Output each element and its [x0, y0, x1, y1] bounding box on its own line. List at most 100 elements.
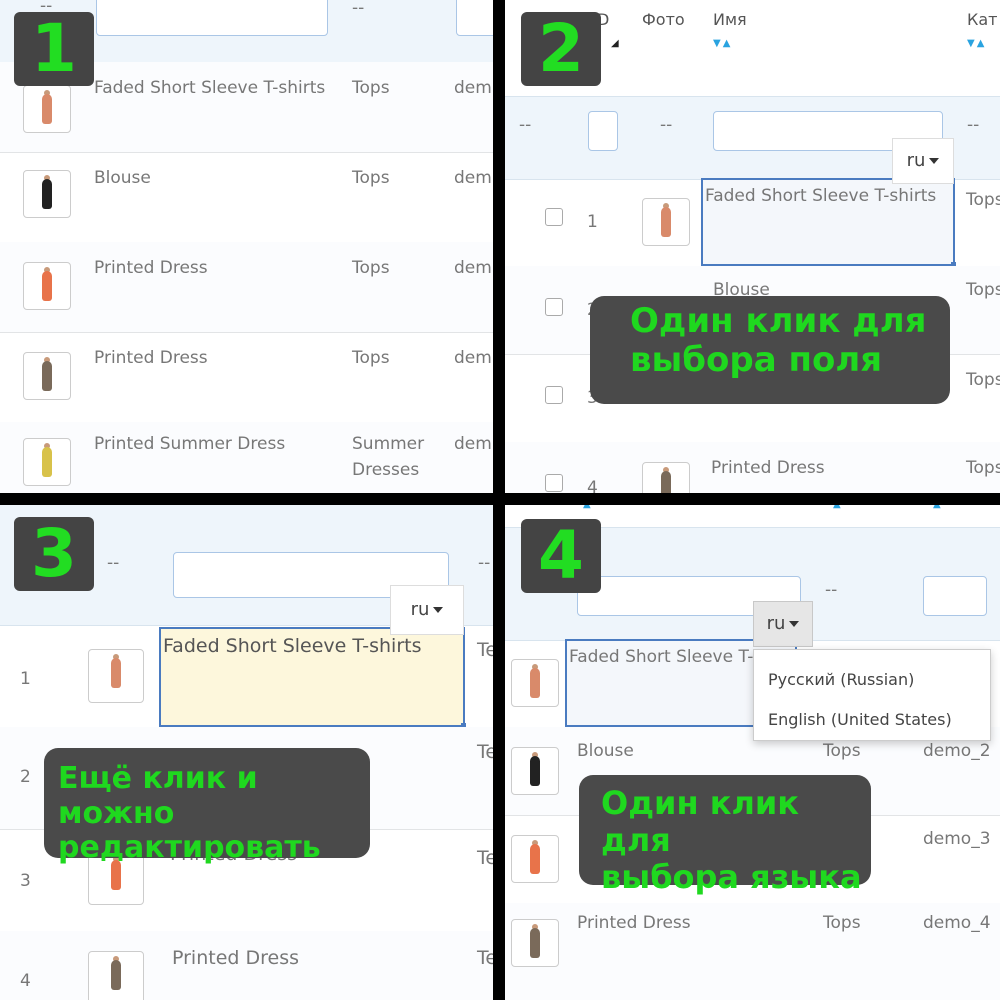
callout-one-click-select-language: Один клик для выбора языка: [579, 775, 871, 895]
product-reference: demo_3: [923, 829, 991, 849]
callout-line: выбора поля: [630, 340, 883, 381]
panel-1: -- -- Faded Short Sleeve T-shirts Tops d…: [0, 0, 493, 493]
product-category: Te: [477, 741, 493, 763]
product-category: Tops: [966, 190, 1000, 210]
product-thumbnail[interactable]: [23, 85, 71, 133]
callout-one-click-select-field: Один клик для выбора поля: [590, 296, 950, 404]
product-name[interactable]: Printed Dress: [711, 458, 825, 478]
product-name[interactable]: Faded Short Sleeve T-shirts: [705, 186, 936, 206]
product-thumbnail[interactable]: [642, 198, 690, 246]
filter-dash: --: [660, 115, 673, 135]
product-thumbnail[interactable]: [88, 649, 144, 703]
product-name[interactable]: Printed Summer Dress: [94, 434, 285, 454]
sort-arrows-icon[interactable]: ▼▲: [713, 38, 732, 49]
product-thumbnail[interactable]: [23, 438, 71, 486]
language-dropdown-menu: Русский (Russian) English (United States…: [753, 649, 991, 741]
product-reference: demo_4: [923, 913, 991, 933]
language-selector-open[interactable]: ru: [753, 601, 813, 647]
table-row[interactable]: Printed Summer Dress Summer Dresses dem: [0, 422, 493, 493]
product-name[interactable]: Printed Dress: [172, 947, 299, 969]
step-number: 1: [14, 12, 94, 86]
sort-arrows-icon[interactable]: ▲: [833, 505, 843, 510]
filter-dash: --: [478, 553, 491, 573]
table-row[interactable]: Printed Dress Tops dem: [0, 332, 493, 423]
row-id: 2: [20, 767, 31, 787]
product-thumbnail[interactable]: [511, 747, 559, 795]
product-name[interactable]: Blouse: [94, 168, 151, 188]
caret-down-icon: [789, 621, 800, 627]
product-reference: dem: [454, 258, 492, 278]
filter-dash: --: [519, 115, 532, 135]
product-name[interactable]: Printed Dress: [94, 258, 208, 278]
step-number: 3: [14, 517, 94, 591]
language-option-russian[interactable]: Русский (Russian): [768, 670, 914, 689]
step-number: 4: [521, 519, 601, 593]
product-name[interactable]: Blouse: [577, 741, 634, 761]
product-category: Tops: [352, 78, 390, 98]
table-row[interactable]: Printed Dress Tops demo_4: [505, 903, 1000, 1000]
callout-line: Один клик для: [601, 784, 800, 859]
panel-3: -- -- 1 Faded Short Sleeve T-shirts Te r…: [0, 505, 493, 1000]
row-id: 1: [20, 669, 31, 689]
callout-line: выбора языка: [601, 857, 862, 896]
language-option-english[interactable]: English (United States): [768, 710, 952, 729]
product-name[interactable]: Faded Short Sleeve T-s: [569, 647, 762, 667]
sort-arrows-icon[interactable]: ▼▲: [967, 38, 986, 49]
product-category: Tops: [966, 370, 1000, 390]
product-thumbnail[interactable]: [23, 170, 71, 218]
row-checkbox[interactable]: [545, 474, 563, 492]
id-filter-input[interactable]: [588, 111, 618, 151]
product-category: Tops: [966, 280, 1000, 300]
callout-line: Ещё клик и можно: [58, 761, 258, 831]
product-thumbnail[interactable]: [88, 951, 144, 1000]
sort-arrow-icon[interactable]: ◢: [611, 38, 621, 49]
table-row[interactable]: 1 Faded Short Sleeve T-shirts Te: [0, 625, 493, 728]
product-thumbnail[interactable]: [511, 919, 559, 967]
table-row[interactable]: Blouse Tops dem: [0, 152, 493, 243]
product-category: Tops: [823, 741, 861, 761]
table-row[interactable]: Printed Dress Tops dem: [0, 242, 493, 333]
product-name-edit-field[interactable]: Faded Short Sleeve T-shirts: [163, 635, 422, 657]
panel-4: ▲ ▲ ▲ ▲ -- ru Faded Short Sleeve T-s Рус…: [505, 505, 1000, 1000]
row-id: 1: [587, 212, 598, 232]
sort-arrows-icon[interactable]: ▲: [933, 505, 943, 510]
table-row[interactable]: 4 Printed Dress Te: [0, 931, 493, 1000]
product-category: Te: [477, 847, 493, 869]
product-name[interactable]: Printed Dress: [94, 348, 208, 368]
table-row[interactable]: 1 Faded Short Sleeve T-shirts Tops: [505, 178, 1000, 267]
product-name[interactable]: Faded Short Sleeve T-shirts: [94, 78, 325, 98]
product-reference: demo_2: [923, 741, 991, 761]
language-code: ru: [766, 613, 786, 634]
ref-filter-input[interactable]: [456, 0, 493, 36]
caret-down-icon: [929, 158, 940, 164]
language-code: ru: [410, 599, 430, 620]
product-category: Tops: [823, 913, 861, 933]
filter-dash: --: [967, 115, 980, 135]
product-category: Te: [477, 639, 493, 661]
filter-dash: --: [107, 553, 120, 573]
row-checkbox[interactable]: [545, 208, 563, 226]
product-thumbnail[interactable]: [642, 462, 690, 493]
ref-filter-input[interactable]: [923, 576, 987, 616]
sort-arrows-icon[interactable]: ▲: [583, 505, 593, 510]
table-row[interactable]: 4 Printed Dress Tops: [505, 442, 1000, 493]
column-header-name[interactable]: Имя: [713, 10, 747, 29]
row-checkbox[interactable]: [545, 386, 563, 404]
product-thumbnail[interactable]: [23, 262, 71, 310]
product-reference: dem: [454, 348, 492, 368]
product-thumbnail[interactable]: [511, 659, 559, 707]
column-header-category[interactable]: Кат: [967, 10, 997, 29]
product-thumbnail[interactable]: [23, 352, 71, 400]
product-name[interactable]: Printed Dress: [577, 913, 691, 933]
language-selector[interactable]: ru: [892, 138, 954, 184]
product-thumbnail[interactable]: [511, 835, 559, 883]
language-selector[interactable]: ru: [390, 585, 464, 635]
product-category: Tops: [352, 168, 390, 188]
product-category: Tops: [352, 348, 390, 368]
callout-click-to-edit: Ещё клик и можно редактировать: [44, 748, 370, 865]
name-filter-input[interactable]: [96, 0, 328, 36]
product-category: Summer: [352, 434, 425, 454]
caret-down-icon: [433, 607, 444, 613]
column-header-photo: Фото: [642, 10, 685, 29]
row-checkbox[interactable]: [545, 298, 563, 316]
